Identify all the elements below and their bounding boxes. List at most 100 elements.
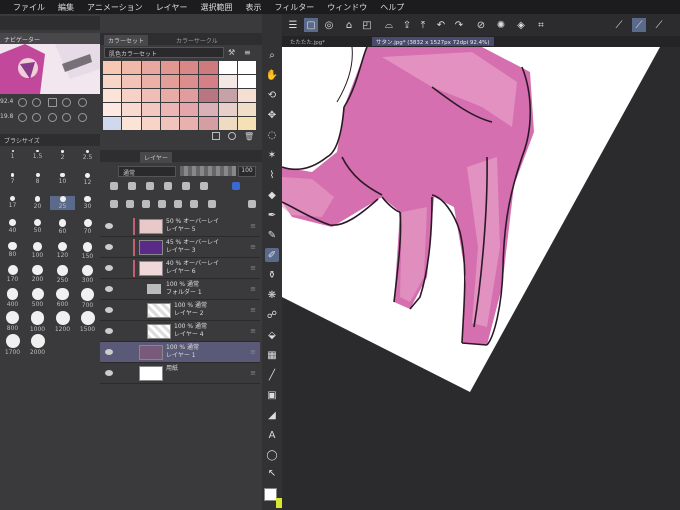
- brush-icon[interactable]: ✐: [265, 248, 279, 262]
- menu-help[interactable]: ヘルプ: [380, 2, 404, 13]
- brush-size-cell[interactable]: 600: [50, 288, 75, 308]
- opacity-value[interactable]: 100: [238, 166, 256, 177]
- eye-icon[interactable]: [105, 244, 113, 250]
- pen-icon[interactable]: ✒: [265, 208, 279, 222]
- color-swatch[interactable]: [180, 89, 199, 102]
- gradient-icon[interactable]: ▦: [265, 348, 279, 362]
- color-swatch[interactable]: [180, 61, 199, 74]
- undo-icon[interactable]: ↶: [434, 18, 448, 32]
- layer-row[interactable]: 45 % オーバーレイ レイヤー 3 ≡: [100, 237, 260, 258]
- brush-size-cell[interactable]: 1000: [25, 311, 50, 333]
- brush-size-cell[interactable]: 1500: [75, 311, 100, 333]
- color-swatch[interactable]: [180, 117, 199, 130]
- zoom-icon[interactable]: ⌕: [265, 48, 279, 62]
- color-swatch[interactable]: [237, 89, 256, 102]
- brush-size-cell[interactable]: 2000: [25, 334, 50, 356]
- menu-icon[interactable]: ≡: [244, 48, 251, 57]
- new-raster-layer-icon[interactable]: [110, 200, 118, 208]
- menu-window[interactable]: ウィンドウ: [327, 2, 367, 13]
- brush-size-cell[interactable]: 2.5: [75, 150, 100, 161]
- share-icon[interactable]: ⇪: [400, 18, 414, 32]
- brush-size-cell[interactable]: 1200: [50, 311, 75, 333]
- move-icon[interactable]: ✥: [265, 108, 279, 122]
- frame-icon[interactable]: ▣: [265, 388, 279, 402]
- color-swatch[interactable]: [141, 75, 160, 88]
- rotate-view-icon[interactable]: ⟲: [265, 88, 279, 102]
- color-swatch[interactable]: [122, 103, 141, 116]
- canvas-tab-1[interactable]: たたたた.jpg*: [286, 37, 329, 46]
- eraser-icon[interactable]: ◆: [265, 188, 279, 202]
- color-swatch[interactable]: [199, 61, 218, 74]
- color-swatch[interactable]: [141, 61, 160, 74]
- wrench-icon[interactable]: ⚒: [228, 48, 235, 57]
- eye-icon[interactable]: [105, 328, 113, 334]
- pencil-icon[interactable]: ✎: [265, 228, 279, 242]
- hamburger-icon[interactable]: ☰: [286, 18, 300, 32]
- colorset-preset-select[interactable]: 肌色カラーセット: [104, 47, 224, 58]
- zoom-in-icon[interactable]: [32, 98, 41, 107]
- layer-row[interactable]: 用紙 ≡: [100, 363, 260, 384]
- flip-vertical-icon[interactable]: [78, 113, 87, 122]
- settings-icon[interactable]: ✺: [494, 18, 508, 32]
- brush-size-cell[interactable]: 170: [0, 265, 25, 283]
- snap-grid-icon[interactable]: ⟋: [652, 18, 666, 32]
- layer-row[interactable]: 100 % 通常 フォルダー 1 ≡: [100, 279, 260, 300]
- color-swatch[interactable]: [103, 75, 122, 88]
- mask-icon[interactable]: [200, 182, 208, 190]
- new-vector-layer-icon[interactable]: [126, 200, 134, 208]
- color-swatch[interactable]: [103, 89, 122, 102]
- trash-icon[interactable]: 🗑: [244, 132, 254, 141]
- fill-icon[interactable]: ⬙: [265, 328, 279, 342]
- color-swatch[interactable]: [160, 117, 179, 130]
- zoom-out-icon[interactable]: [18, 98, 27, 107]
- menu-file[interactable]: ファイル: [13, 2, 45, 13]
- reference-icon[interactable]: [128, 182, 136, 190]
- color-swatch[interactable]: [141, 117, 160, 130]
- rotate-left-icon[interactable]: [18, 113, 27, 122]
- menu-selection[interactable]: 選択範囲: [200, 2, 232, 13]
- layer-row[interactable]: 100 % 通常 レイヤー 2 ≡: [100, 300, 260, 321]
- color-swatch[interactable]: [199, 89, 218, 102]
- color-swatch[interactable]: [237, 61, 256, 74]
- navigator-tab[interactable]: ナビゲーター: [0, 33, 100, 44]
- blend-mode-select[interactable]: 通常: [118, 166, 176, 177]
- hand-icon[interactable]: ✋: [265, 68, 279, 82]
- layer-row[interactable]: 100 % 通常 レイヤー 1 ≡: [100, 342, 260, 363]
- clip-studio-icon[interactable]: ◎: [322, 18, 336, 32]
- color-swatch[interactable]: [160, 89, 179, 102]
- color-swatch[interactable]: [160, 75, 179, 88]
- fit-screen-icon[interactable]: [78, 98, 87, 107]
- airbrush-icon[interactable]: ⚱: [265, 268, 279, 282]
- menu-layer[interactable]: レイヤー: [156, 2, 188, 13]
- eye-icon[interactable]: [105, 286, 113, 292]
- figure-icon[interactable]: ╱: [265, 368, 279, 382]
- color-swatch[interactable]: [141, 89, 160, 102]
- navigator-preview[interactable]: [0, 44, 100, 94]
- blend-icon[interactable]: ☍: [265, 308, 279, 322]
- brush-size-cell[interactable]: 700: [75, 288, 100, 309]
- layer-menu-icon[interactable]: ≡: [250, 243, 256, 251]
- color-swatch[interactable]: [237, 103, 256, 116]
- tab-layer[interactable]: レイヤー: [140, 152, 172, 163]
- save-icon[interactable]: ◰: [360, 18, 374, 32]
- color-swatch[interactable]: [180, 75, 199, 88]
- fill-selection-icon[interactable]: ◈: [514, 18, 528, 32]
- draft-icon[interactable]: [146, 182, 154, 190]
- layer-menu-icon[interactable]: ≡: [250, 369, 256, 377]
- color-swatch[interactable]: [122, 61, 141, 74]
- menu-view[interactable]: 表示: [245, 2, 261, 13]
- menu-edit[interactable]: 編集: [58, 2, 74, 13]
- eyedropper-icon[interactable]: ⌇: [265, 168, 279, 182]
- tab-colorwheel[interactable]: カラーサークル: [172, 35, 222, 46]
- brush-size-cell[interactable]: 8: [25, 173, 50, 185]
- layer-menu-icon[interactable]: ≡: [250, 222, 256, 230]
- canvas-tab-2[interactable]: サタン.jpg* (3832 x 1527px 72dpi 92.4%): [372, 37, 494, 46]
- layer-menu-icon[interactable]: ≡: [250, 306, 256, 314]
- brush-size-cell[interactable]: 25: [50, 196, 75, 210]
- ruler-icon[interactable]: ◢: [265, 408, 279, 422]
- apply-mask-icon[interactable]: [208, 200, 216, 208]
- clip-icon[interactable]: [110, 182, 118, 190]
- menu-animation[interactable]: アニメーション: [87, 2, 143, 13]
- brush-size-cell[interactable]: 1700: [0, 334, 25, 356]
- brush-size-cell[interactable]: 200: [25, 265, 50, 283]
